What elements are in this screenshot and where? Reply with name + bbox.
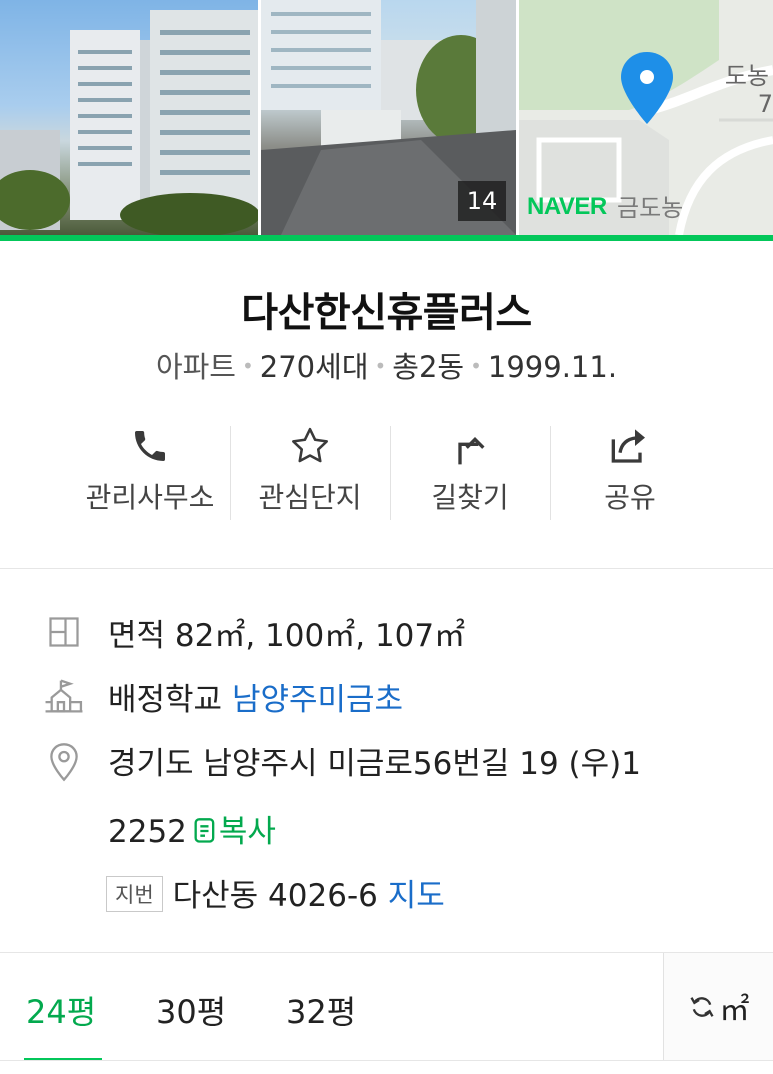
school-info: 배정학교 남양주미금초 [108, 674, 403, 719]
road-address: 경기도 남양주시 미금로56번길 19 (우)1 [108, 746, 641, 782]
complex-name: 다산한신휴플러스 [241, 290, 532, 336]
complex-summary: 아파트 • 270세대 • 총2동 • 1999.11. [0, 344, 773, 386]
postal-code: 2252 [108, 814, 187, 850]
tab-32py[interactable]: 32평 [286, 987, 356, 1033]
accent-bar [0, 235, 773, 241]
school-icon [44, 676, 84, 716]
phone-icon [130, 420, 170, 472]
lot-address-row: 지번 다산동 4026-6 지도 [0, 870, 773, 914]
tab-30py[interactable]: 30평 [156, 987, 226, 1033]
complex-photo-2[interactable]: 14 [261, 0, 516, 235]
area-label: 면적 [108, 618, 166, 654]
map-label: 7 [757, 90, 773, 118]
map-pin-icon [621, 52, 673, 124]
location-pin-icon [44, 742, 84, 782]
area-values: 82㎡, 100㎡, 107㎡ [174, 618, 466, 654]
road-address-cont: 2252 복사 [108, 806, 276, 851]
directions-button[interactable]: 길찾기 [390, 420, 550, 524]
section-divider [0, 568, 773, 569]
copy-icon [194, 818, 215, 843]
area-info: 면적 82㎡, 100㎡, 107㎡ [108, 610, 465, 655]
tabs-bottom-border [0, 1060, 773, 1061]
action-label: 길찾기 [431, 481, 509, 514]
separator-dot: • [470, 354, 482, 378]
management-office-button[interactable]: 관리사무소 [70, 420, 230, 524]
building-photo-image [0, 10, 258, 235]
floorplan-icon [44, 612, 84, 652]
photo-gallery[interactable]: 14 도농 7 금도농 NAVER [0, 0, 773, 235]
area-row: 면적 82㎡, 100㎡, 107㎡ [0, 610, 773, 654]
household-count: 270세대 [259, 350, 369, 384]
tab-24py[interactable]: 24평 [26, 987, 96, 1033]
size-tabs: 24평 30평 32평 ㎡ [0, 953, 773, 1074]
school-link[interactable]: 남양주미금초 [232, 682, 403, 718]
action-bar: 관리사무소 관심단지 길찾기 공유 [70, 420, 710, 524]
action-label: 관심단지 [258, 481, 362, 514]
map-label: 도농 [724, 62, 769, 90]
star-icon [288, 420, 332, 472]
lot-address: 다산동 4026-6 [172, 878, 378, 914]
map-label: 금도농 [617, 194, 684, 222]
action-label: 관리사무소 [85, 481, 215, 514]
school-label: 배정학교 [108, 682, 223, 718]
share-icon [608, 420, 652, 472]
copy-address-button[interactable]: 복사 [187, 814, 276, 850]
naver-logo: NAVER [527, 193, 607, 220]
lot-address-info: 지번 다산동 4026-6 지도 [106, 870, 445, 916]
copy-label: 복사 [218, 814, 276, 850]
share-button[interactable]: 공유 [550, 420, 710, 524]
lot-badge: 지번 [106, 876, 163, 912]
refresh-icon [689, 996, 714, 1017]
unit-label: ㎡ [719, 992, 750, 1028]
complex-type: 아파트 [155, 350, 236, 384]
complex-photo-1[interactable] [0, 0, 258, 235]
action-label: 공유 [604, 481, 656, 514]
map-thumbnail[interactable]: 도농 7 금도농 NAVER [519, 0, 773, 235]
separator-dot: • [241, 354, 254, 378]
built-date: 1999.11. [487, 350, 618, 384]
photo-count-badge: 14 [458, 181, 506, 221]
unit-toggle-button[interactable]: ㎡ [663, 953, 773, 1060]
school-row: 배정학교 남양주미금초 [0, 674, 773, 718]
map-link[interactable]: 지도 [388, 878, 445, 914]
address-row: 경기도 남양주시 미금로56번길 19 (우)1 2252 복사 [0, 738, 773, 851]
directions-icon [450, 420, 490, 472]
favorite-complex-button[interactable]: 관심단지 [230, 420, 390, 524]
building-count: 총2동 [392, 350, 465, 384]
separator-dot: • [374, 354, 387, 378]
